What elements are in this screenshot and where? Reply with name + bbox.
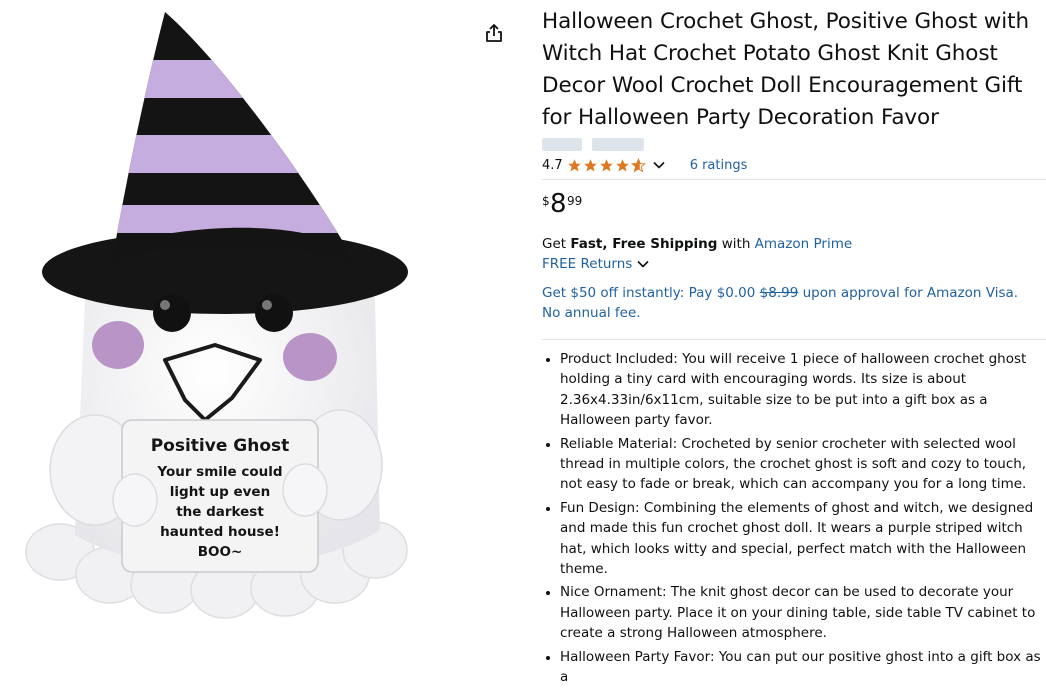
product-title: Halloween Crochet Ghost, Positive Ghost … xyxy=(542,6,1046,134)
card-line: light up even xyxy=(170,484,270,500)
promo-strike-price: $8.99 xyxy=(759,285,799,301)
price: $ 8 99 xyxy=(542,189,1046,222)
star-full-icon xyxy=(615,158,629,171)
price-whole: 8 xyxy=(550,189,567,219)
product-title-line: Witch Hat Crochet Potato Ghost Knit Ghos… xyxy=(542,41,998,66)
free-returns[interactable]: FREE Returns xyxy=(542,254,1046,274)
card-line: the darkest xyxy=(176,504,264,520)
card-line: haunted house! xyxy=(160,524,280,540)
divider xyxy=(542,179,1046,180)
shipping-bold: Fast, Free Shipping xyxy=(570,236,718,252)
feature-bullets: Product Included: You will receive 1 pie… xyxy=(542,349,1046,688)
card-line: Your smile could xyxy=(156,464,282,480)
shipping-middle: with xyxy=(717,236,755,252)
shipping-prefix: Get xyxy=(542,236,571,252)
amazon-prime-link[interactable]: Amazon Prime xyxy=(755,236,853,252)
share-icon[interactable] xyxy=(483,22,505,44)
star-full-icon xyxy=(567,158,581,171)
product-image[interactable]: Positive Ghost Your smile could light up… xyxy=(0,0,470,619)
price-fraction: 99 xyxy=(567,194,583,208)
shipping-info: Get Fast, Free Shipping with Amazon Prim… xyxy=(542,234,1046,254)
card-line: BOO~ xyxy=(198,544,243,560)
star-half-icon xyxy=(630,157,646,172)
star-full-icon xyxy=(599,158,613,171)
store-link-blurred[interactable] xyxy=(542,138,1046,152)
product-title-line: Decor Wool Crochet Doll Encouragement Gi… xyxy=(542,73,1023,98)
star-rating[interactable] xyxy=(567,157,646,173)
product-title-line: Halloween Crochet Ghost, Positive Ghost … xyxy=(542,9,1029,34)
feature-bullet: Reliable Material: Crocheted by senior c… xyxy=(560,434,1046,495)
card-title: Positive Ghost xyxy=(151,436,290,456)
ratings-count-link[interactable]: 6 ratings xyxy=(690,158,748,173)
product-info: Halloween Crochet Ghost, Positive Ghost … xyxy=(542,0,1046,691)
divider xyxy=(542,339,1046,340)
feature-bullet: Halloween Party Favor: You can put our p… xyxy=(560,647,1046,688)
visa-promo-link[interactable]: Get $50 off instantly: Pay $0.00 $8.99 u… xyxy=(542,283,1022,323)
chevron-down-icon[interactable] xyxy=(652,158,666,172)
feature-bullet: Fun Design: Combining the elements of gh… xyxy=(560,498,1046,580)
chevron-down-icon[interactable] xyxy=(636,257,650,271)
promo-text: Get $50 off instantly: Pay $0.00 xyxy=(542,285,760,301)
price-symbol: $ xyxy=(542,194,550,208)
rating-row: 4.7 6 ratings xyxy=(542,155,1046,175)
rating-value: 4.7 xyxy=(542,157,563,173)
feature-bullet: Nice Ornament: The knit ghost decor can … xyxy=(560,582,1046,643)
blurred-text xyxy=(592,138,644,151)
product-title-line: for Halloween Party Decoration Favor xyxy=(542,105,939,130)
star-full-icon xyxy=(583,158,597,171)
free-returns-link[interactable]: FREE Returns xyxy=(542,254,632,274)
blurred-text xyxy=(542,138,582,151)
feature-bullet: Product Included: You will receive 1 pie… xyxy=(560,349,1046,431)
